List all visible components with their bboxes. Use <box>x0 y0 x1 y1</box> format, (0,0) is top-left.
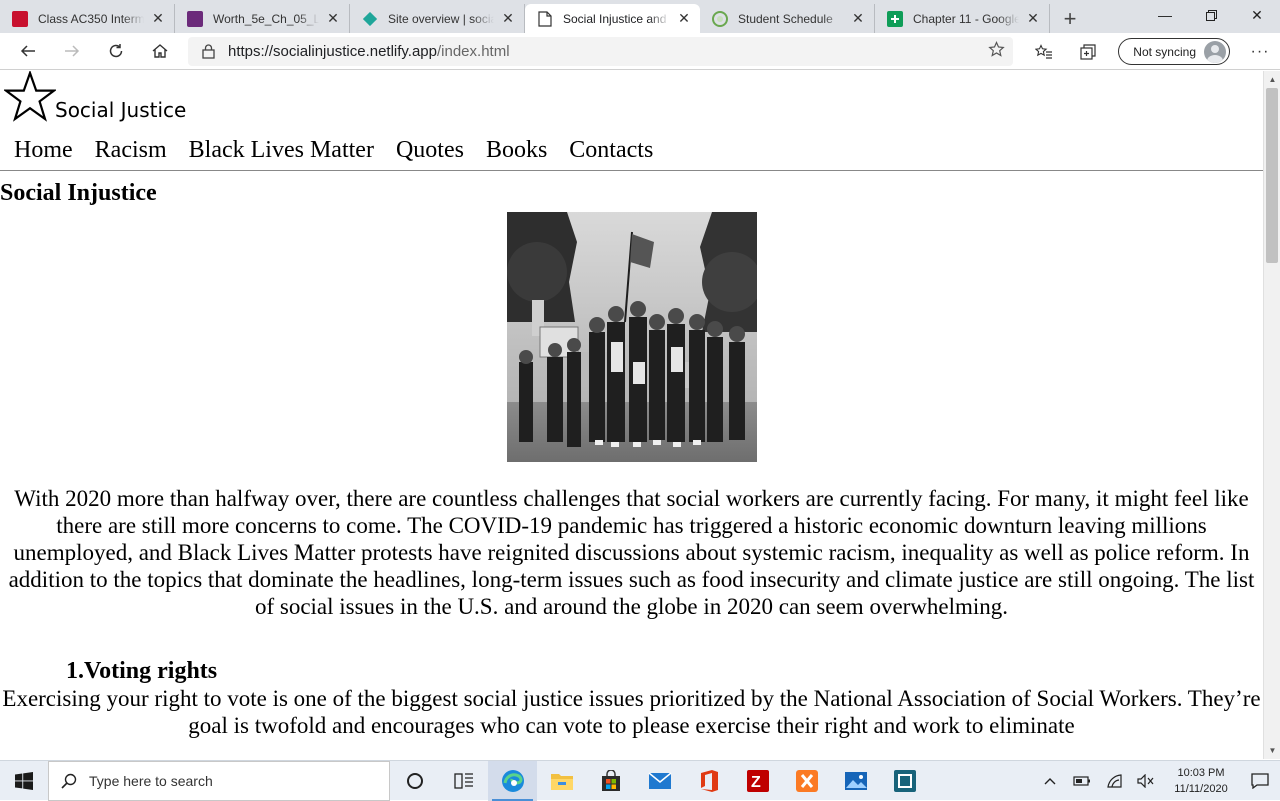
close-icon[interactable]: ✕ <box>150 10 166 27</box>
profile-sync-button[interactable]: Not syncing <box>1118 38 1230 65</box>
sync-label: Not syncing <box>1133 44 1196 59</box>
browser-tab[interactable]: Chapter 11 - Google ✕ <box>875 4 1050 33</box>
netlify-favicon-icon <box>362 11 378 27</box>
mcgraw-favicon-icon <box>12 10 28 27</box>
volume-muted-icon[interactable] <box>1130 761 1162 801</box>
site-title: Social Justice <box>55 98 187 122</box>
browser-tab[interactable]: Class AC350 Interme ✕ <box>0 4 175 33</box>
page-favicon-icon <box>537 10 553 27</box>
back-button[interactable] <box>6 33 50 70</box>
tab-title: Worth_5e_Ch_05_Lea <box>213 11 319 26</box>
taskbar: Type here to search Z 10:03 PM 11/11/202… <box>0 760 1280 801</box>
search-icon <box>49 773 89 789</box>
mail-icon[interactable] <box>635 761 684 801</box>
tab-title: Chapter 11 - Google <box>913 11 1019 26</box>
clock-time: 10:03 PM <box>1177 767 1225 779</box>
system-clock[interactable]: 10:03 PM 11/11/2020 <box>1162 765 1240 797</box>
google-classroom-favicon-icon <box>887 10 903 27</box>
edge-taskbar-icon[interactable] <box>488 760 537 801</box>
url-path: /index.html <box>437 43 510 60</box>
restore-button[interactable] <box>1188 0 1234 30</box>
browser-tab[interactable]: Site overview | social ✕ <box>350 4 525 33</box>
scroll-down-arrow-icon[interactable]: ▼ <box>1264 742 1280 759</box>
url-host: https://socialinjustice.netlify.app <box>228 43 437 60</box>
office-icon[interactable] <box>684 761 733 801</box>
xampp-icon[interactable] <box>782 761 831 801</box>
favorite-star-icon[interactable] <box>988 41 1005 63</box>
windows-start-icon[interactable] <box>0 761 48 801</box>
nav-home[interactable]: Home <box>14 137 73 164</box>
tab-title: Class AC350 Interme <box>38 11 144 26</box>
nav-racism[interactable]: Racism <box>95 137 167 164</box>
system-tray: 10:03 PM 11/11/2020 <box>1034 761 1280 801</box>
lock-icon[interactable] <box>188 44 228 59</box>
svg-text:Z: Z <box>751 774 761 791</box>
page-scrollbar[interactable]: ▲ ▼ <box>1263 71 1280 759</box>
forward-button[interactable] <box>50 33 94 70</box>
filezilla-icon[interactable]: Z <box>733 761 782 801</box>
section-body-voting-rights: Exercising your right to vote is one of … <box>2 686 1261 738</box>
new-tab-button[interactable]: + <box>1054 4 1086 33</box>
nav-quotes[interactable]: Quotes <box>396 137 464 164</box>
star-logo-icon <box>4 71 56 122</box>
onenote-favicon-icon <box>187 10 203 27</box>
close-window-button[interactable]: ✕ <box>1234 0 1280 30</box>
nav-contacts[interactable]: Contacts <box>569 137 653 164</box>
address-bar[interactable]: https://socialinjustice.netlify.app/inde… <box>188 37 1013 66</box>
site-nav: Home Racism Black Lives Matter Quotes Bo… <box>14 137 675 164</box>
task-view-icon[interactable] <box>439 761 488 801</box>
close-icon[interactable]: ✕ <box>850 10 866 27</box>
browser-tab[interactable]: Worth_5e_Ch_05_Lea ✕ <box>175 4 350 33</box>
battery-icon[interactable] <box>1066 761 1098 801</box>
photos-icon[interactable] <box>831 761 880 801</box>
site-header: Social Justice Home Racism Black Lives M… <box>0 71 1263 171</box>
protest-photo <box>506 212 757 462</box>
browser-toolbar: https://socialinjustice.netlify.app/inde… <box>0 33 1280 70</box>
page-viewport: Social Justice Home Racism Black Lives M… <box>0 71 1263 759</box>
tab-title: Site overview | social <box>388 11 494 26</box>
avatar <box>1204 40 1226 63</box>
scroll-thumb[interactable] <box>1266 88 1278 263</box>
search-placeholder: Type here to search <box>89 772 213 789</box>
close-icon[interactable]: ✕ <box>500 10 516 27</box>
toolbar-right: Not syncing ··· <box>1022 33 1280 70</box>
nav-books[interactable]: Books <box>486 137 547 164</box>
browser-tab[interactable]: Student Schedule ✕ <box>700 4 875 33</box>
intro-paragraph: With 2020 more than halfway over, there … <box>8 486 1255 619</box>
close-icon[interactable]: ✕ <box>1025 10 1041 27</box>
minimize-button[interactable]: — <box>1142 0 1188 30</box>
home-button[interactable] <box>138 33 182 70</box>
window-controls: — ✕ <box>1142 0 1280 30</box>
tab-title: Social Injustice and E <box>563 11 670 26</box>
close-icon[interactable]: ✕ <box>676 10 692 27</box>
more-menu-icon[interactable]: ··· <box>1240 33 1280 70</box>
schedule-favicon-icon <box>712 10 728 27</box>
nav-black-lives-matter[interactable]: Black Lives Matter <box>189 137 374 164</box>
app-window-icon[interactable] <box>880 761 929 801</box>
taskbar-search-input[interactable]: Type here to search <box>48 760 390 801</box>
notifications-icon[interactable] <box>1240 761 1280 801</box>
protest-photo-image <box>506 212 757 462</box>
close-icon[interactable]: ✕ <box>325 10 341 27</box>
clock-date: 11/11/2020 <box>1174 783 1228 795</box>
store-icon[interactable] <box>586 761 635 801</box>
section-heading-voting-rights: 1.Voting rights <box>66 658 218 684</box>
wifi-icon[interactable] <box>1098 761 1130 801</box>
tab-strip: Class AC350 Interme ✕ Worth_5e_Ch_05_Lea… <box>0 0 1280 33</box>
favorites-icon[interactable] <box>1022 33 1066 70</box>
browser-tab-active[interactable]: Social Injustice and E ✕ <box>525 4 700 33</box>
show-hidden-icons-chevron-up-icon[interactable] <box>1034 761 1066 801</box>
cortana-icon[interactable] <box>390 761 439 801</box>
scroll-up-arrow-icon[interactable]: ▲ <box>1264 71 1280 88</box>
page-title: Social Injustice <box>0 180 157 206</box>
collections-icon[interactable] <box>1066 33 1110 70</box>
refresh-button[interactable] <box>94 33 138 70</box>
file-explorer-icon[interactable] <box>537 761 586 801</box>
tab-title: Student Schedule <box>738 11 833 26</box>
